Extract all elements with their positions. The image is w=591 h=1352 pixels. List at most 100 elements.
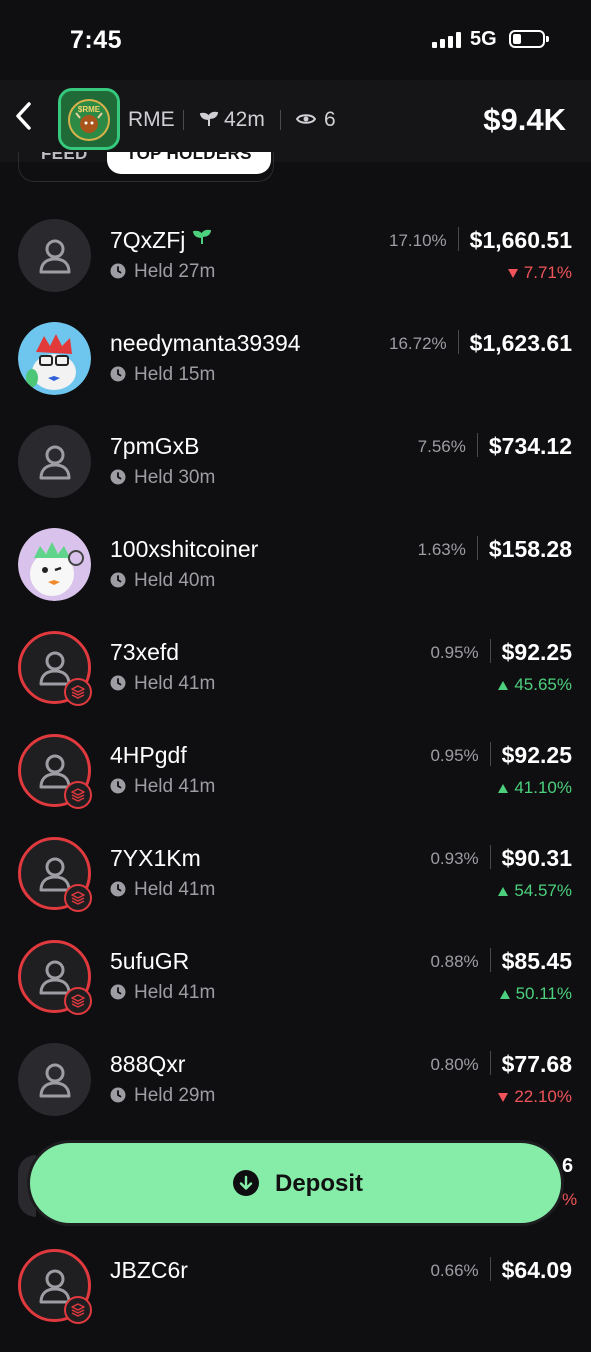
value-change: 7.71% xyxy=(507,263,572,283)
holder-row[interactable]: 4HPgdf Held 41m 0.95% $92.25 41.10% xyxy=(0,734,591,837)
value-change: 45.65% xyxy=(498,675,572,695)
holding-percent: 16.72% xyxy=(389,334,447,353)
holder-row[interactable]: 7pmGxB Held 30m 7.56% $734.12 xyxy=(0,425,591,528)
divider xyxy=(476,536,478,560)
tab-top-holders[interactable]: TOP HOLDERS xyxy=(107,152,271,174)
held-text: Held 27m xyxy=(134,261,216,282)
holder-row[interactable]: 888Qxr Held 29m 0.80% $77.68 22.10% xyxy=(0,1043,591,1146)
held-text: Held 15m xyxy=(134,364,216,385)
holder-name: 5ufuGR xyxy=(110,948,190,974)
change-percent: 50.11% xyxy=(515,984,572,1003)
partial-value: 6 xyxy=(562,1155,574,1177)
avatar[interactable] xyxy=(18,322,91,395)
triangle-down-icon xyxy=(498,1093,509,1102)
divider xyxy=(476,433,478,457)
holding-value: $1,660.51 xyxy=(469,227,572,253)
held-text: Held 41m xyxy=(134,776,216,797)
clock-icon xyxy=(110,469,126,485)
holding-value: $90.31 xyxy=(501,845,572,871)
holder-row[interactable]: JBZC6r 0.66% $64.09 xyxy=(0,1249,591,1352)
holder-name: 888Qxr xyxy=(110,1051,186,1077)
held-duration: Held 27m xyxy=(110,261,215,283)
deposit-button[interactable]: Deposit xyxy=(27,1140,564,1226)
person-icon xyxy=(39,754,70,788)
arrow-down-circle-icon xyxy=(233,1170,259,1196)
held-text: Held 30m xyxy=(134,467,216,488)
token-logo[interactable]: $RME xyxy=(58,88,120,150)
layers-icon xyxy=(71,685,85,699)
badge xyxy=(64,678,92,706)
holding-percent: 0.88% xyxy=(430,952,479,971)
holders-stat: 42m xyxy=(199,108,265,132)
triangle-up-icon xyxy=(499,990,510,999)
holder-name: 4HPgdf xyxy=(110,742,187,768)
change-percent: 41.10% xyxy=(514,778,572,797)
change-percent: 22.10% xyxy=(514,1087,572,1106)
clock-icon xyxy=(110,984,126,1000)
avatar[interactable] xyxy=(18,1043,91,1116)
avatar[interactable] xyxy=(18,219,91,292)
divider xyxy=(489,948,491,972)
clock-icon xyxy=(110,881,126,897)
person-icon xyxy=(39,857,70,891)
person-icon xyxy=(39,445,70,479)
holders-age: 42m xyxy=(224,108,265,131)
badge xyxy=(64,1296,92,1324)
divider xyxy=(457,330,459,354)
held-duration: Held 29m xyxy=(110,1085,215,1107)
triangle-down-icon xyxy=(507,269,518,278)
partial-change: % xyxy=(562,1190,578,1209)
held-text: Held 41m xyxy=(134,879,216,900)
tab-bar: FEED TOP HOLDERS xyxy=(18,152,274,182)
badge xyxy=(64,781,92,809)
holder-row[interactable]: needymanta39394 Held 15m 16.72% $1,623.61 xyxy=(0,322,591,425)
signal-icon xyxy=(432,32,462,48)
avatar[interactable] xyxy=(18,528,91,601)
creature-avatar-icon xyxy=(18,528,91,601)
avatar[interactable] xyxy=(18,425,91,498)
holder-row[interactable]: 7YX1Km Held 41m 0.93% $90.31 54.57% xyxy=(0,837,591,940)
holder-row[interactable]: 7QxZFj Held 27m 17.10% $1,660.51 7.71% xyxy=(0,219,591,322)
eye-icon xyxy=(295,114,317,124)
holding-value: $92.25 xyxy=(501,742,572,768)
network-type: 5G xyxy=(470,28,497,50)
clock-icon xyxy=(110,366,126,382)
holder-row[interactable]: 73xefd Held 41m 0.95% $92.25 45.65% xyxy=(0,631,591,734)
layers-icon xyxy=(71,788,85,802)
person-icon xyxy=(39,1269,70,1303)
chevron-left-icon xyxy=(16,102,31,130)
value-change: 22.10% xyxy=(498,1087,572,1107)
value-change: 41.10% xyxy=(498,778,572,798)
change-percent: 7.71% xyxy=(523,263,572,282)
clock-icon xyxy=(110,675,126,691)
clock-icon xyxy=(110,572,126,588)
viewers-count: 6 xyxy=(324,108,336,131)
holding-percent: 0.93% xyxy=(430,849,479,868)
held-text: Held 29m xyxy=(134,1085,216,1106)
holder-name: 7QxZFj xyxy=(110,227,186,253)
layers-icon xyxy=(71,994,85,1008)
change-percent: 45.65% xyxy=(514,675,572,694)
manta-avatar-icon xyxy=(18,322,91,395)
back-button[interactable] xyxy=(14,100,50,140)
clock-icon xyxy=(110,778,126,794)
holder-row[interactable]: 5ufuGR Held 41m 0.88% $85.45 50.11% xyxy=(0,940,591,1043)
badge xyxy=(64,987,92,1015)
person-icon xyxy=(39,651,70,685)
divider xyxy=(489,639,491,663)
clock-icon xyxy=(110,1087,126,1103)
tab-feed[interactable]: FEED xyxy=(41,152,88,174)
sprout-icon xyxy=(193,229,212,244)
holding-percent: 7.56% xyxy=(417,437,466,456)
held-duration: Held 15m xyxy=(110,364,215,386)
held-duration: Held 41m xyxy=(110,673,215,695)
divider xyxy=(489,742,491,766)
holding-value: $158.28 xyxy=(488,536,572,562)
held-text: Held 41m xyxy=(134,982,216,1003)
holding-percent: 0.66% xyxy=(430,1261,479,1280)
holder-name: 7YX1Km xyxy=(110,845,201,871)
held-duration: Held 41m xyxy=(110,982,215,1004)
sprout-icon xyxy=(199,111,219,126)
holder-row[interactable]: 100xshitcoiner Held 40m 1.63% $158.28 xyxy=(0,528,591,631)
deposit-label: Deposit xyxy=(275,1170,364,1197)
